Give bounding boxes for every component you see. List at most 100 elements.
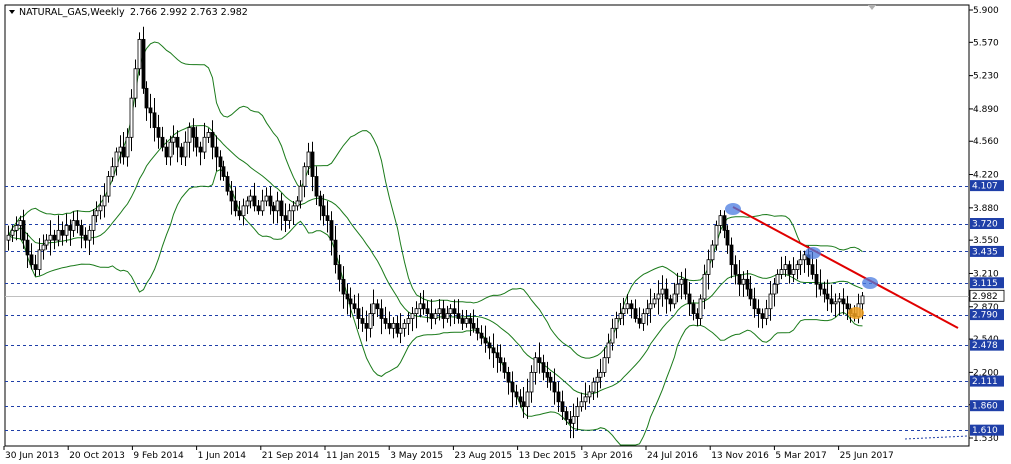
candle <box>333 225 338 274</box>
candle <box>302 162 307 198</box>
dropdown-triangle-icon[interactable] <box>9 10 15 14</box>
date-tick-label: 13 Dec 2015 <box>519 451 577 461</box>
horizontal-levels <box>5 186 969 431</box>
candle <box>718 210 723 234</box>
candle <box>675 272 680 303</box>
candle <box>75 210 80 234</box>
date-tick-label: 13 Nov 2016 <box>711 451 769 461</box>
candle <box>71 211 76 238</box>
candle <box>337 254 342 292</box>
candle <box>506 366 511 395</box>
candle <box>152 98 157 142</box>
level-tag-label: 3.435 <box>972 247 998 257</box>
candle <box>60 221 65 246</box>
candle <box>198 141 203 166</box>
candle <box>798 250 803 276</box>
candle <box>595 369 600 398</box>
candle <box>787 260 792 284</box>
price-chart[interactable]: 5.900 5.570 5.230 4.890 4.560 4.220 3.880 3.550… <box>0 0 1011 464</box>
candle <box>6 225 11 251</box>
current-price-label: 2.982 <box>972 292 998 302</box>
candle <box>64 213 69 243</box>
candle <box>398 313 403 344</box>
candle <box>179 143 184 166</box>
candle <box>429 299 434 330</box>
candle <box>414 301 419 329</box>
date-tick-label: 20 Oct 2013 <box>69 451 125 461</box>
candle <box>514 384 519 405</box>
candle <box>245 196 250 214</box>
candle <box>645 299 650 326</box>
candle <box>656 280 661 315</box>
candle <box>710 240 715 268</box>
candle <box>618 303 623 325</box>
candle <box>241 198 246 226</box>
candle <box>256 200 261 215</box>
candle <box>352 294 357 314</box>
candle <box>206 128 211 144</box>
candle <box>737 260 742 297</box>
ohlc-readout: 2.766 2.992 2.763 2.982 <box>130 7 248 18</box>
price-tick-label: 3.550 <box>973 236 999 246</box>
candle <box>391 317 396 339</box>
candle <box>121 131 126 165</box>
candle <box>410 306 415 332</box>
candle <box>341 266 346 309</box>
level-tag-label: 2.790 <box>972 311 998 321</box>
candle <box>148 93 153 129</box>
candle <box>210 120 215 160</box>
candle <box>18 215 23 240</box>
candle <box>475 318 480 341</box>
candle <box>698 294 703 326</box>
date-tick-label: 11 Jan 2015 <box>326 451 380 461</box>
date-tick-label: 3 Apr 2016 <box>583 451 633 461</box>
candle <box>425 300 430 323</box>
candle <box>518 389 523 408</box>
candle <box>379 299 384 335</box>
candle <box>452 299 457 325</box>
marker-high-3 <box>862 277 878 289</box>
candle <box>683 268 688 300</box>
bollinger-middle <box>8 125 863 395</box>
level-tag-label: 1.860 <box>972 402 998 412</box>
marker-high-2 <box>805 247 821 259</box>
candle <box>395 315 400 338</box>
candle <box>106 170 111 203</box>
plot-border <box>4 4 970 447</box>
candle <box>679 271 684 300</box>
marker-high-1 <box>725 203 741 215</box>
level-tag-label: 2.111 <box>972 377 998 387</box>
candle <box>25 232 30 268</box>
price-tick-label: 4.560 <box>973 137 999 147</box>
candle <box>48 220 53 256</box>
candle <box>291 201 296 226</box>
candle <box>368 303 373 338</box>
candle <box>433 308 438 325</box>
bottom-dashed-line <box>904 435 969 440</box>
candle <box>575 397 580 431</box>
candle <box>722 210 727 239</box>
candle <box>421 290 426 315</box>
candle <box>52 229 57 250</box>
candle <box>83 227 88 249</box>
candle <box>583 382 588 410</box>
candle <box>137 32 142 76</box>
candle <box>841 288 846 315</box>
candle <box>345 283 350 315</box>
candle <box>383 306 388 330</box>
bollinger-bands <box>8 41 863 446</box>
price-tick-label: 3.880 <box>973 204 999 214</box>
candle <box>571 403 576 439</box>
candle <box>668 294 673 312</box>
candle <box>183 131 188 167</box>
candle <box>733 255 738 285</box>
candle <box>94 201 99 223</box>
level-tag-label: 4.107 <box>972 182 998 192</box>
date-tick-label: 23 Aug 2015 <box>454 451 512 461</box>
candle <box>814 259 819 298</box>
candle <box>822 281 827 303</box>
candle <box>441 300 446 329</box>
candle <box>725 225 730 254</box>
candles <box>6 26 865 439</box>
candle <box>752 287 757 318</box>
